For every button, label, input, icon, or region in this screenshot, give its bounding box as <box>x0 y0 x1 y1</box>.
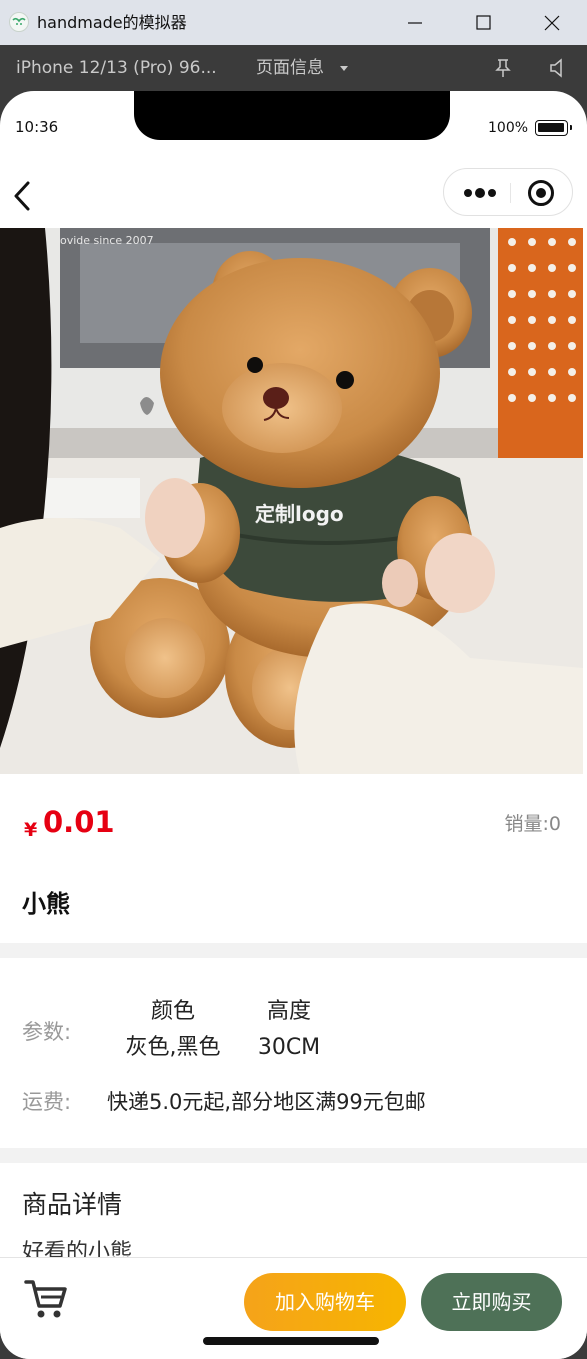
caret-down-icon <box>340 66 348 71</box>
price: 0.01 <box>43 805 115 839</box>
price-row: ¥ 0.01 销量:0 <box>0 774 587 874</box>
back-icon[interactable] <box>8 179 38 213</box>
app-icon <box>9 12 29 32</box>
shipping-label: 运费: <box>22 1090 72 1114</box>
section-divider <box>0 943 587 958</box>
pin-icon[interactable] <box>494 58 512 78</box>
sweater-logo-text: 定制logo <box>255 502 344 526</box>
page-info-dropdown[interactable]: 页面信息 <box>256 57 348 79</box>
phone-frame: 10:36 100% ovide since 2007 定制logo ¥ 0.0… <box>0 91 587 1359</box>
product-title: 小熊 <box>22 890 70 918</box>
param-color-name: 颜色 <box>150 999 195 1024</box>
param-color: 颜色 灰色,黑色 <box>118 997 228 1063</box>
param-height-value: 30CM <box>257 1035 321 1060</box>
home-indicator <box>203 1337 379 1345</box>
param-height: 高度 30CM <box>240 997 338 1063</box>
battery-percent: 100% <box>488 120 529 136</box>
battery-icon <box>535 120 572 136</box>
background-print-text: ovide since 2007 <box>60 234 154 247</box>
speaker-icon[interactable] <box>548 58 568 78</box>
window-titlebar: handmade的模拟器 <box>0 0 587 45</box>
phone-screen: 10:36 100% ovide since 2007 定制logo ¥ 0.0… <box>0 91 587 1359</box>
param-color-value: 灰色,黑色 <box>125 1035 221 1060</box>
window-title: handmade的模拟器 <box>37 13 187 32</box>
maximize-button[interactable] <box>468 8 498 38</box>
notch <box>134 91 450 140</box>
sales-value: 0 <box>548 813 561 835</box>
section-divider <box>0 1148 587 1163</box>
currency-symbol: ¥ <box>24 819 38 841</box>
add-to-cart-button[interactable]: 加入购物车 <box>244 1273 406 1331</box>
param-height-name: 高度 <box>266 999 311 1024</box>
product-image[interactable]: ovide since 2007 定制logo <box>0 228 583 774</box>
close-miniprogram-icon[interactable] <box>528 180 554 206</box>
bottom-action-bar: 加入购物车 立即购买 <box>0 1257 587 1359</box>
params-label: 参数: <box>22 1020 72 1044</box>
miniprogram-capsule <box>443 168 573 216</box>
buy-now-button[interactable]: 立即购买 <box>421 1273 562 1331</box>
minimize-button[interactable] <box>400 8 430 38</box>
cart-icon[interactable] <box>24 1278 68 1320</box>
device-selector[interactable]: iPhone 12/13 (Pro) 96... <box>16 57 217 79</box>
more-icon[interactable] <box>462 184 502 202</box>
sales-label: 销量: <box>504 813 549 835</box>
status-time: 10:36 <box>15 118 59 136</box>
details-title: 商品详情 <box>22 1190 123 1219</box>
simulator-toolbar: iPhone 12/13 (Pro) 96... 页面信息 <box>0 45 587 91</box>
close-button[interactable] <box>537 8 567 38</box>
page-info-label: 页面信息 <box>256 58 324 78</box>
sales-count: 销量:0 <box>505 811 562 837</box>
shipping-value: 快递5.0元起,部分地区满99元包邮 <box>107 1090 426 1114</box>
capsule-divider <box>510 183 511 203</box>
